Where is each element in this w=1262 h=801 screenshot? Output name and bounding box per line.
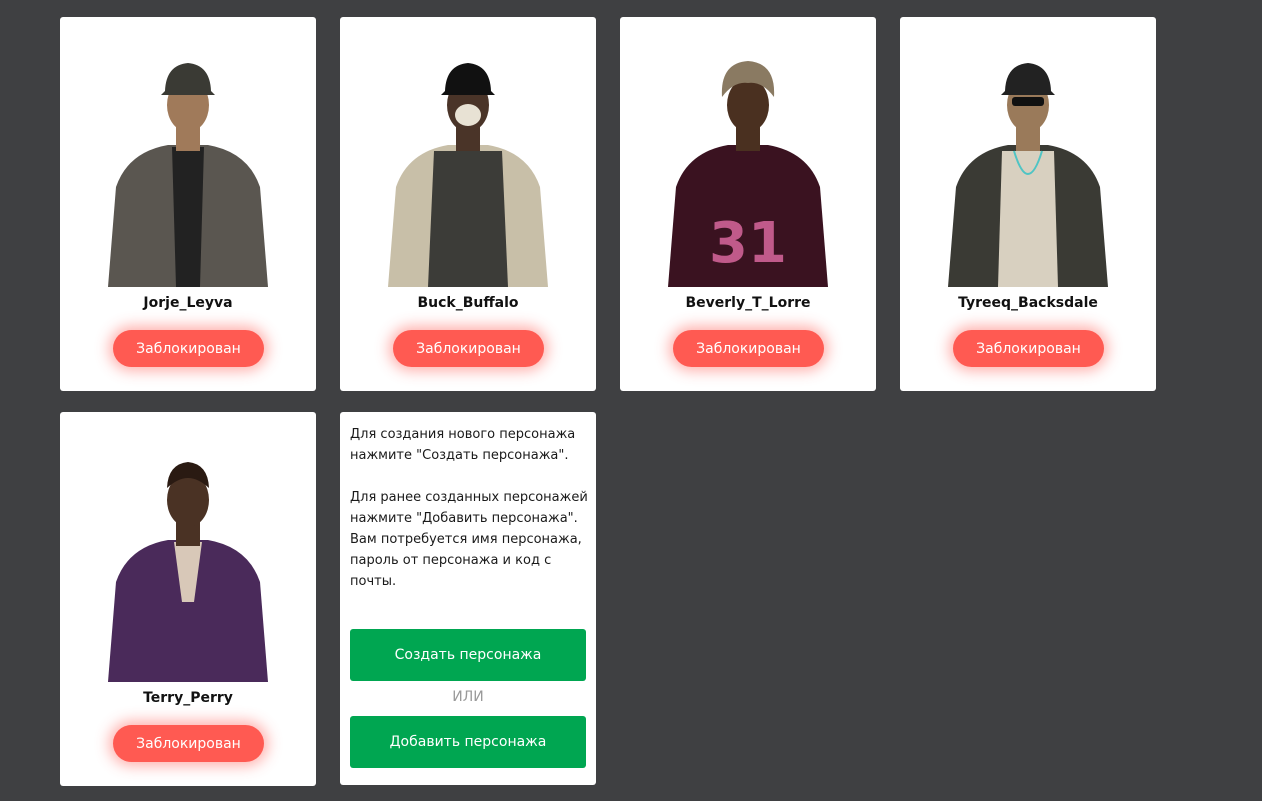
character-card[interactable]: Buck_Buffalo Заблокирован	[340, 17, 596, 391]
character-card[interactable]: Jorje_Leyva Заблокирован	[60, 17, 316, 391]
character-avatar-icon	[948, 63, 1108, 287]
new-character-panel: Для создания нового персонажа нажмите "С…	[340, 412, 596, 785]
blocked-status-button[interactable]: Заблокирован	[113, 725, 264, 762]
character-name: Beverly_T_Lorre	[685, 295, 811, 311]
character-name: Jorje_Leyva	[143, 295, 233, 311]
character-avatar-icon: 31	[668, 61, 828, 287]
character-portrait	[60, 412, 316, 682]
character-portrait	[900, 17, 1156, 287]
character-name: Buck_Buffalo	[417, 295, 519, 311]
instructions-text: Для создания нового персонажа нажмите "С…	[350, 424, 590, 613]
character-avatar-icon	[108, 63, 268, 287]
character-avatar-icon	[108, 462, 268, 682]
character-card[interactable]: Tyreeq_Backsdale Заблокирован	[900, 17, 1156, 391]
character-name: Tyreeq_Backsdale	[958, 295, 1098, 311]
svg-text:31: 31	[709, 211, 787, 276]
character-portrait: 31	[620, 17, 876, 287]
blocked-status-button[interactable]: Заблокирован	[673, 330, 824, 367]
character-card[interactable]: Terry_Perry Заблокирован	[60, 412, 316, 786]
blocked-status-button[interactable]: Заблокирован	[953, 330, 1104, 367]
character-portrait	[60, 17, 316, 287]
create-character-button[interactable]: Создать персонажа	[350, 629, 586, 681]
add-instructions: Для ранее созданных персонажей нажмите "…	[350, 490, 588, 589]
add-character-button[interactable]: Добавить персонажа	[350, 716, 586, 768]
character-name: Terry_Perry	[143, 690, 233, 706]
character-portrait	[340, 17, 596, 287]
blocked-status-button[interactable]: Заблокирован	[393, 330, 544, 367]
or-separator: ИЛИ	[452, 689, 484, 705]
blocked-status-button[interactable]: Заблокирован	[113, 330, 264, 367]
character-card[interactable]: 31 Beverly_T_Lorre Заблокирован	[620, 17, 876, 391]
character-avatar-icon	[388, 63, 548, 287]
create-instructions: Для создания нового персонажа нажмите "С…	[350, 427, 576, 463]
